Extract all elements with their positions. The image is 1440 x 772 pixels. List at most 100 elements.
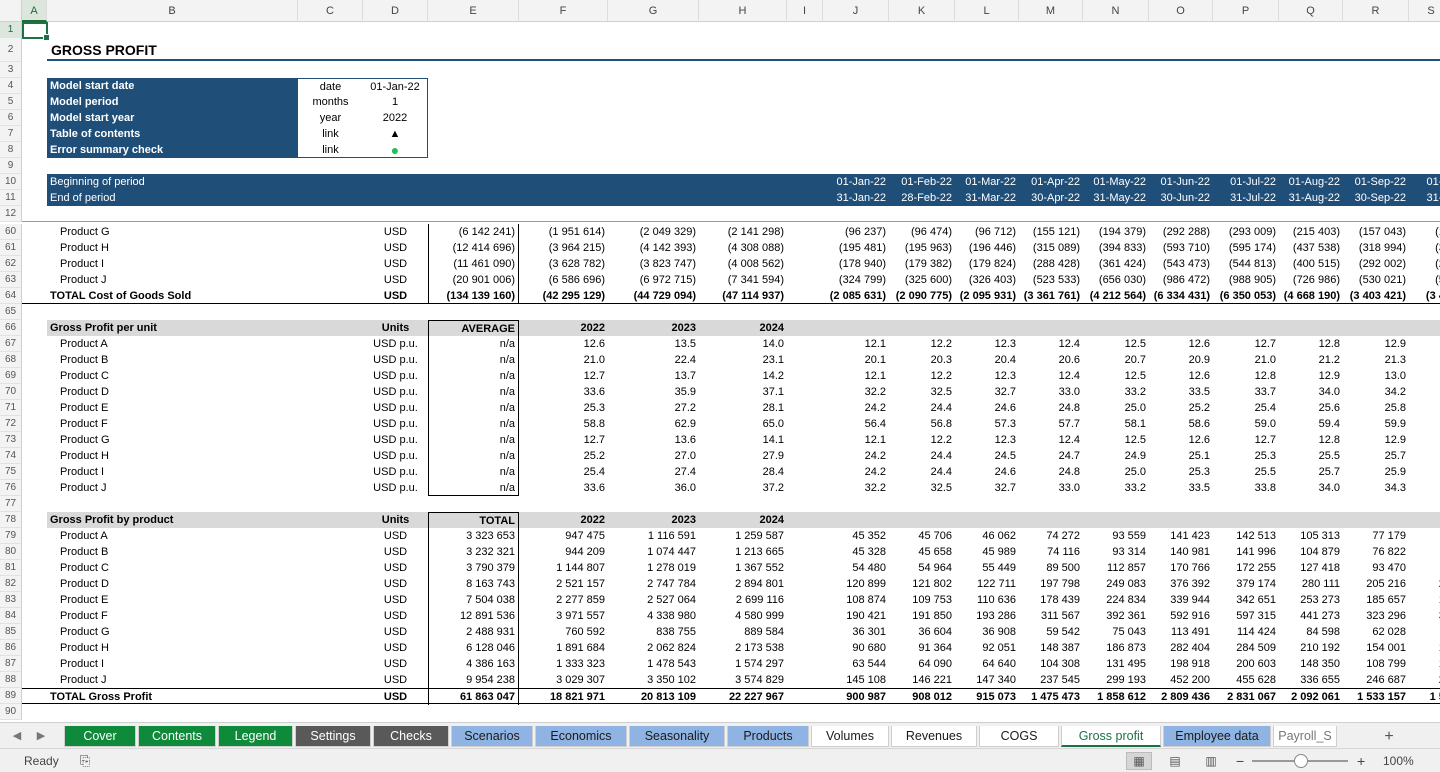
month-value[interactable]: 1 54 xyxy=(1409,689,1440,705)
month-value[interactable]: 55 449 xyxy=(955,560,1019,576)
month-value[interactable]: 90 680 xyxy=(823,640,889,656)
month-value[interactable]: 54 480 xyxy=(823,560,889,576)
period-date[interactable]: 28-Feb-22 xyxy=(889,190,955,206)
info-label[interactable]: Model start date xyxy=(47,78,298,94)
row-header-5[interactable]: 5 xyxy=(0,94,22,110)
year-2022-value[interactable]: 947 475 xyxy=(519,528,608,544)
year-header[interactable]: 2022 xyxy=(519,512,608,528)
units-header[interactable]: Units xyxy=(363,320,428,336)
year-2022-value[interactable]: 12.7 xyxy=(519,432,608,448)
month-value[interactable]: 32 xyxy=(1409,608,1440,624)
month-value[interactable] xyxy=(1409,464,1440,480)
year-2023-value[interactable]: 838 755 xyxy=(608,624,699,640)
row-label[interactable]: Product J xyxy=(47,480,298,496)
month-value[interactable]: 20.7 xyxy=(1083,352,1149,368)
month-value[interactable] xyxy=(1409,384,1440,400)
zoom-slider-knob[interactable] xyxy=(1294,754,1308,768)
month-value[interactable]: 113 491 xyxy=(1149,624,1213,640)
month-value[interactable]: 18 xyxy=(1409,592,1440,608)
month-value[interactable]: 54 964 xyxy=(889,560,955,576)
month-value[interactable]: 311 567 xyxy=(1019,608,1083,624)
month-value[interactable]: (29 xyxy=(1409,256,1440,272)
sheet-tab-revenues[interactable]: Revenues xyxy=(891,726,977,747)
year-2024-value[interactable]: 2 894 801 xyxy=(699,576,787,592)
info-unit[interactable]: link xyxy=(298,126,363,142)
month-value[interactable]: 145 108 xyxy=(823,672,889,688)
row-unit[interactable]: USD p.u. xyxy=(363,480,428,496)
month-value[interactable]: 20.9 xyxy=(1149,352,1213,368)
row-header-64[interactable]: 64 xyxy=(0,288,22,304)
year-2023-value[interactable]: 27.0 xyxy=(608,448,699,464)
month-value[interactable]: 33.5 xyxy=(1149,384,1213,400)
row-label[interactable]: Product I xyxy=(47,656,298,672)
month-value[interactable]: 108 799 xyxy=(1343,656,1409,672)
month-value[interactable]: 45 352 xyxy=(823,528,889,544)
month-value[interactable]: (593 710) xyxy=(1149,240,1213,256)
month-value[interactable]: 172 255 xyxy=(1213,560,1279,576)
month-value[interactable]: 127 418 xyxy=(1279,560,1343,576)
summary-header[interactable]: AVERAGE xyxy=(428,320,519,336)
column-header-k[interactable]: K xyxy=(889,0,955,22)
row-unit[interactable]: USD xyxy=(363,672,428,688)
month-value[interactable]: 24.5 xyxy=(955,448,1019,464)
month-value[interactable]: 104 308 xyxy=(1019,656,1083,672)
month-value[interactable]: 253 273 xyxy=(1279,592,1343,608)
month-value[interactable]: 452 200 xyxy=(1149,672,1213,688)
summary-value[interactable]: n/a xyxy=(428,480,519,496)
month-value[interactable]: 190 421 xyxy=(823,608,889,624)
month-value[interactable]: 280 111 xyxy=(1279,576,1343,592)
month-value[interactable]: 75 043 xyxy=(1083,624,1149,640)
year-2023-value[interactable]: 36.0 xyxy=(608,480,699,496)
month-value[interactable]: 12.5 xyxy=(1083,432,1149,448)
year-2023-value[interactable]: (6 972 715) xyxy=(608,272,699,288)
row-header-4[interactable]: 4 xyxy=(0,78,22,94)
sheet-tab-contents[interactable]: Contents xyxy=(138,726,216,747)
month-value[interactable]: 32.2 xyxy=(823,384,889,400)
month-value[interactable]: 12.4 xyxy=(1019,432,1083,448)
year-2022-value[interactable]: 760 592 xyxy=(519,624,608,640)
row-header-79[interactable]: 79 xyxy=(0,528,22,544)
month-value[interactable]: 12.8 xyxy=(1213,368,1279,384)
row-header-9[interactable]: 9 xyxy=(0,158,22,174)
row-header-89[interactable]: 89 xyxy=(0,688,22,704)
month-value[interactable]: (4 668 190) xyxy=(1279,288,1343,304)
month-value[interactable] xyxy=(1409,448,1440,464)
month-value[interactable]: 9 xyxy=(1409,560,1440,576)
row-header-10[interactable]: 10 xyxy=(0,174,22,190)
month-value[interactable]: 24.8 xyxy=(1019,464,1083,480)
row-label[interactable]: Product I xyxy=(47,464,298,480)
column-header-e[interactable]: E xyxy=(428,0,519,22)
month-value[interactable]: 2 092 061 xyxy=(1279,689,1343,705)
month-value[interactable]: 56.8 xyxy=(889,416,955,432)
info-value[interactable]: 1 xyxy=(363,94,428,110)
row-label[interactable]: Product G xyxy=(47,624,298,640)
row-unit[interactable]: USD p.u. xyxy=(363,416,428,432)
year-2024-value[interactable]: 14.0 xyxy=(699,336,787,352)
year-2024-value[interactable]: 28.1 xyxy=(699,400,787,416)
row-header-7[interactable]: 7 xyxy=(0,126,22,142)
row-label[interactable]: Product F xyxy=(47,416,298,432)
month-value[interactable]: 32.5 xyxy=(889,480,955,496)
sheet-tab-gross-profit[interactable]: Gross profit xyxy=(1061,726,1161,747)
row-header-87[interactable]: 87 xyxy=(0,656,22,672)
year-2022-value[interactable]: 1 333 323 xyxy=(519,656,608,672)
summary-value[interactable]: (134 139 160) xyxy=(428,288,519,304)
period-date[interactable]: 01-Feb-22 xyxy=(889,174,955,190)
column-header-i[interactable]: I xyxy=(787,0,823,22)
year-2022-value[interactable]: 33.6 xyxy=(519,480,608,496)
month-value[interactable]: 7 xyxy=(1409,528,1440,544)
month-value[interactable]: 46 062 xyxy=(955,528,1019,544)
month-value[interactable]: 56.4 xyxy=(823,416,889,432)
row-unit[interactable]: USD xyxy=(363,528,428,544)
year-2023-value[interactable]: 62.9 xyxy=(608,416,699,432)
row-label[interactable]: Product A xyxy=(47,336,298,352)
month-value[interactable]: 24 xyxy=(1409,672,1440,688)
month-value[interactable]: 12.6 xyxy=(1149,432,1213,448)
sheet-tab-employee-data[interactable]: Employee data xyxy=(1163,726,1271,747)
month-value[interactable]: 36 301 xyxy=(823,624,889,640)
month-value[interactable]: 2 809 436 xyxy=(1149,689,1213,705)
row-label[interactable]: Product B xyxy=(47,544,298,560)
month-value[interactable]: 24.4 xyxy=(889,400,955,416)
month-value[interactable]: 200 603 xyxy=(1213,656,1279,672)
row-label[interactable]: Product C xyxy=(47,560,298,576)
